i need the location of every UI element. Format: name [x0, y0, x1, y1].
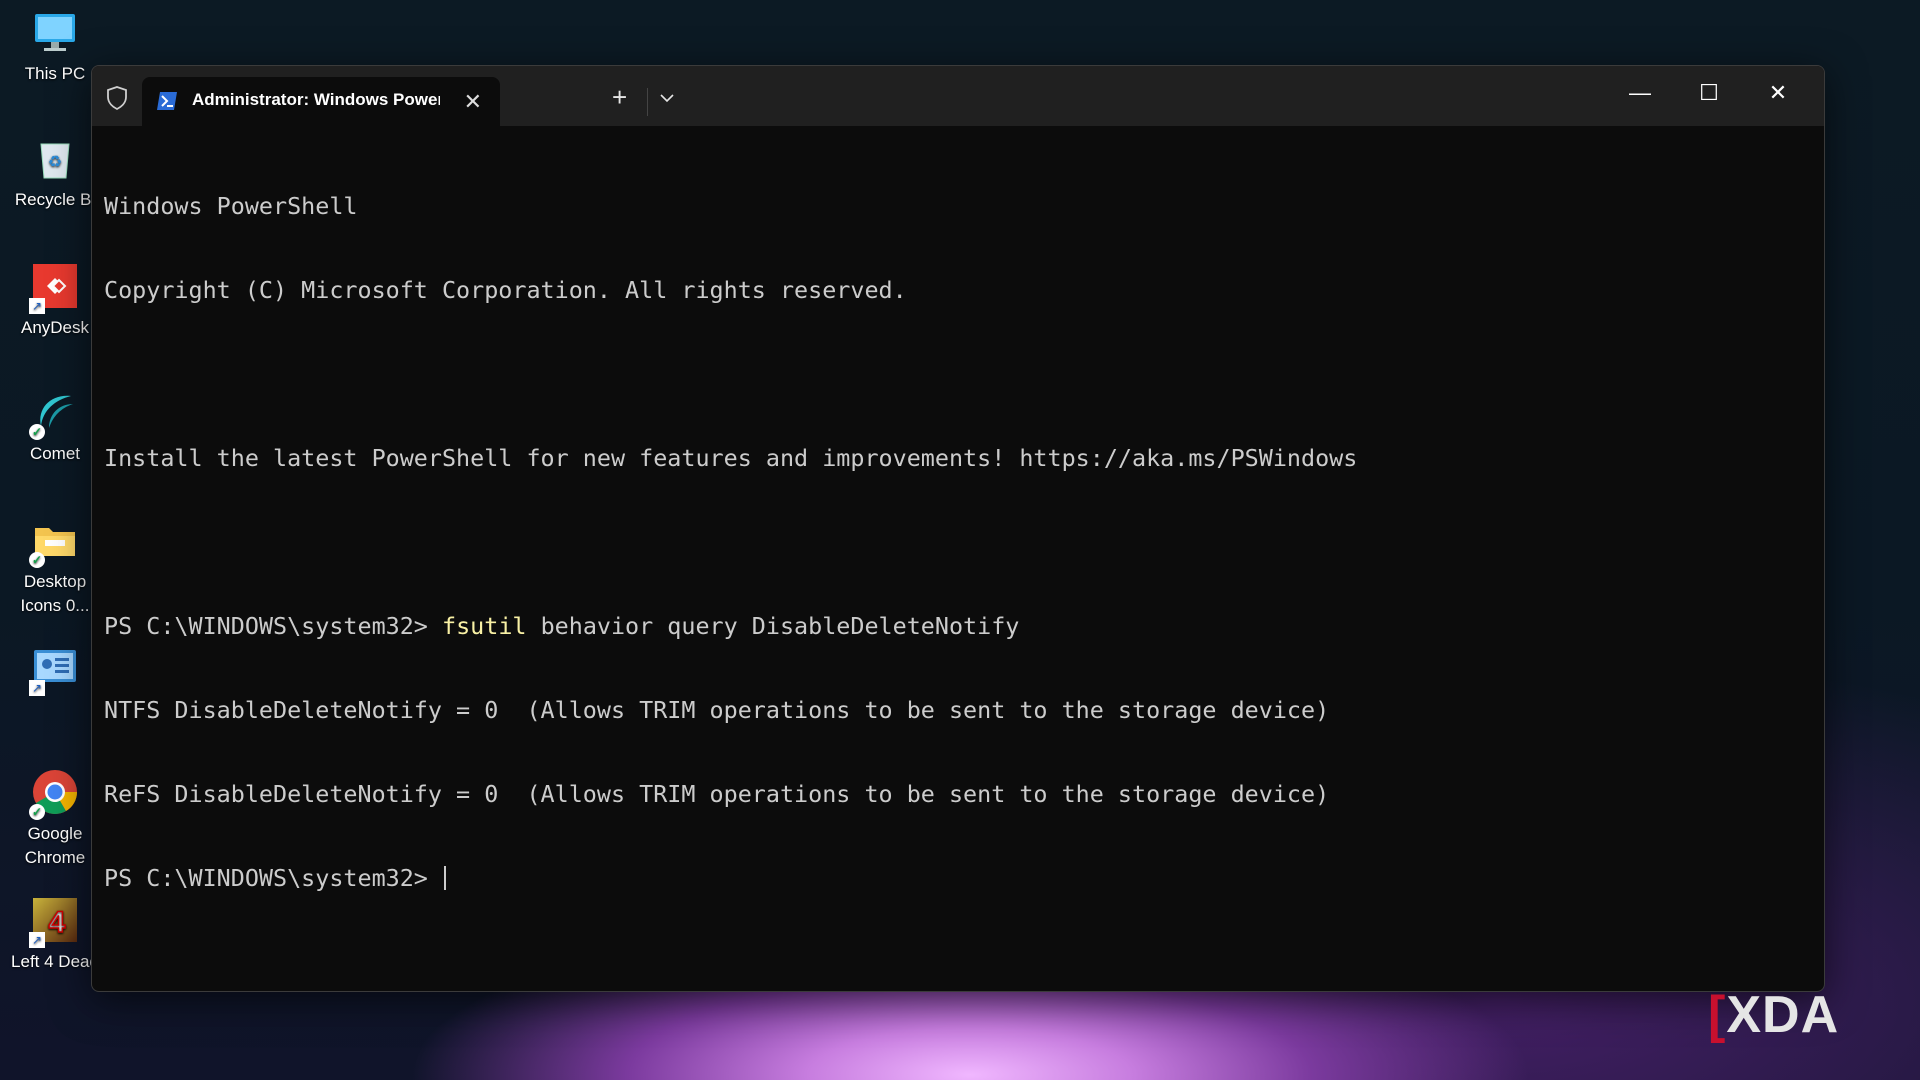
text-cursor: [443, 866, 446, 890]
anydesk-icon: ↗: [29, 262, 79, 314]
terminal-window[interactable]: Administrator: Windows PowerShell ✕ + — …: [91, 65, 1825, 992]
svg-text:♻: ♻: [48, 154, 62, 171]
close-button[interactable]: ✕: [1758, 80, 1798, 106]
watermark-bracket: [: [1708, 986, 1727, 1044]
new-tab-button[interactable]: +: [612, 82, 627, 113]
maximize-button[interactable]: ☐: [1689, 80, 1729, 106]
monitor-icon: [31, 8, 79, 56]
powershell-icon: [156, 91, 178, 111]
chevron-down-icon[interactable]: [660, 90, 674, 108]
console-prompt-line[interactable]: PS C:\WINDOWS\system32>: [104, 864, 1804, 892]
left4dead-icon: 4 ↗: [29, 896, 79, 948]
prompt: PS C:\WINDOWS\system32>: [104, 864, 442, 892]
watermark-text: XDA: [1726, 986, 1840, 1044]
recycle-bin-icon: ♻: [31, 134, 79, 182]
title-bar[interactable]: Administrator: Windows PowerShell ✕ + — …: [92, 66, 1824, 126]
divider: [647, 88, 648, 116]
console-line: Copyright (C) Microsoft Corporation. All…: [104, 276, 907, 304]
chrome-icon: ✓: [29, 768, 79, 820]
command-keyword: fsutil: [441, 612, 527, 640]
shield-icon: [106, 86, 128, 111]
tab-title: Administrator: Windows PowerShell: [192, 90, 440, 109]
command-args: behavior query DisableDeleteNotify: [526, 612, 1020, 640]
tab-powershell[interactable]: Administrator: Windows PowerShell ✕: [142, 77, 500, 126]
svg-text:4: 4: [49, 906, 66, 939]
console-line: ReFS DisableDeleteNotify = 0 (Allows TRI…: [104, 780, 1330, 808]
console-line: Install the latest PowerShell for new fe…: [104, 444, 1358, 472]
console-line: NTFS DisableDeleteNotify = 0 (Allows TRI…: [104, 696, 1330, 724]
control-panel-icon: ↗: [29, 644, 79, 696]
prompt: PS C:\WINDOWS\system32>: [104, 612, 442, 640]
console-line: Windows PowerShell: [104, 192, 358, 220]
folder-icon: ✓: [29, 516, 79, 568]
tab-close-button[interactable]: ✕: [464, 89, 482, 115]
minimize-button[interactable]: —: [1620, 80, 1660, 106]
comet-icon: ✓: [29, 388, 79, 440]
console-output[interactable]: Windows PowerShell Copyright (C) Microso…: [104, 136, 1804, 948]
xda-watermark-logo: [XDA: [1708, 985, 1839, 1045]
console-command-line: PS C:\WINDOWS\system32> fsutil behavior …: [104, 612, 1804, 640]
